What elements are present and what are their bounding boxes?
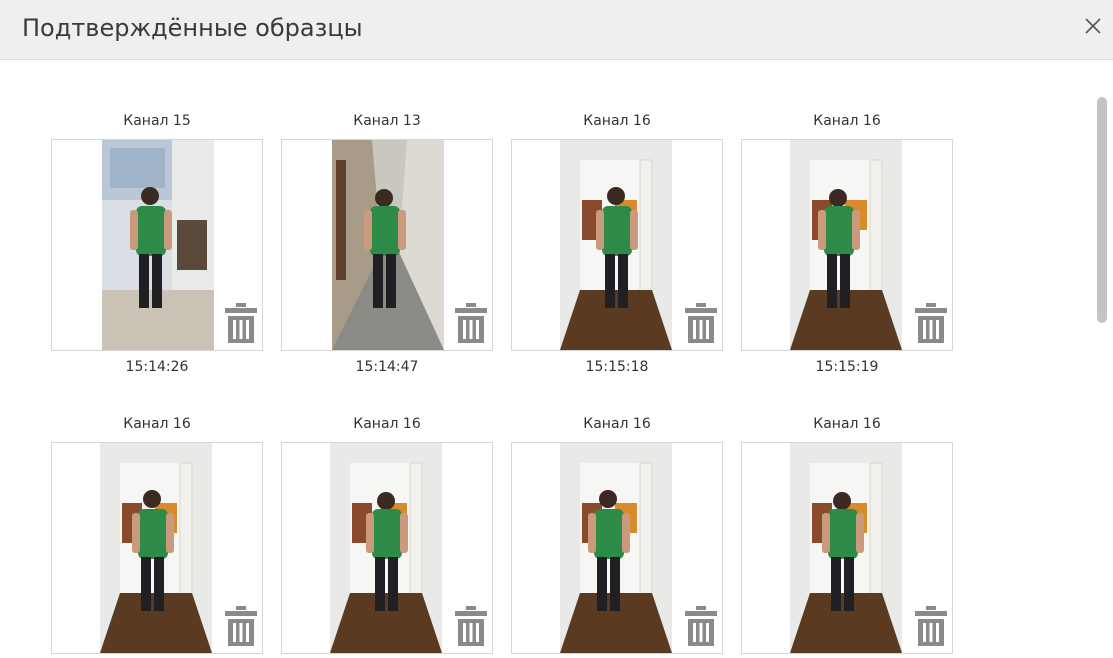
sample-card[interactable]: Канал 13 15:14:47: [281, 113, 493, 383]
trash-icon: [225, 606, 257, 646]
trash-icon: [225, 303, 257, 343]
sample-photo: [560, 140, 672, 350]
delete-sample-button[interactable]: [914, 605, 948, 647]
delete-sample-button[interactable]: [224, 605, 258, 647]
sample-timestamp: 15:15:19: [815, 359, 879, 375]
delete-sample-button[interactable]: [684, 302, 718, 344]
trash-icon: [915, 303, 947, 343]
delete-sample-button[interactable]: [684, 605, 718, 647]
trash-icon: [455, 606, 487, 646]
delete-sample-button[interactable]: [454, 302, 488, 344]
samples-area: Канал 15 15:14:26 Канал 13 15:14:47 Канал 16…: [0, 61, 1113, 658]
sample-card[interactable]: Канал 16: [511, 416, 723, 658]
trash-icon: [685, 606, 717, 646]
sample-card[interactable]: Канал 16 15:15:19: [741, 113, 953, 383]
sample-channel-label: Канал 16: [583, 416, 651, 432]
sample-thumbnail-frame[interactable]: [51, 442, 263, 654]
dialog-header: Подтверждённые образцы: [0, 0, 1113, 60]
dialog-title: Подтверждённые образцы: [22, 14, 363, 42]
sample-channel-label: Канал 16: [583, 113, 651, 129]
sample-channel-label: Канал 16: [123, 416, 191, 432]
close-button[interactable]: [1079, 12, 1107, 40]
sample-photo: [330, 443, 442, 653]
sample-thumbnail-frame[interactable]: [741, 139, 953, 351]
sample-channel-label: Канал 16: [813, 416, 881, 432]
sample-channel-label: Канал 13: [353, 113, 421, 129]
sample-timestamp: 15:14:47: [355, 359, 419, 375]
sample-channel-label: Канал 16: [353, 416, 421, 432]
sample-channel-label: Канал 16: [813, 113, 881, 129]
delete-sample-button[interactable]: [224, 302, 258, 344]
sample-thumbnail-frame[interactable]: [51, 139, 263, 351]
sample-thumbnail-frame[interactable]: [511, 442, 723, 654]
sample-card[interactable]: Канал 16 15:15:18: [511, 113, 723, 383]
sample-card[interactable]: Канал 16: [741, 416, 953, 658]
trash-icon: [915, 606, 947, 646]
sample-card[interactable]: Канал 16: [51, 416, 263, 658]
sample-thumbnail-frame[interactable]: [741, 442, 953, 654]
sample-timestamp: 15:14:26: [125, 359, 189, 375]
sample-card[interactable]: Канал 15 15:14:26: [51, 113, 263, 383]
sample-card[interactable]: Канал 16: [281, 416, 493, 658]
sample-photo: [332, 140, 444, 350]
close-icon: [1085, 18, 1101, 34]
sample-thumbnail-frame[interactable]: [511, 139, 723, 351]
scrollbar[interactable]: [1097, 97, 1107, 323]
sample-thumbnail-frame[interactable]: [281, 139, 493, 351]
trash-icon: [685, 303, 717, 343]
sample-photo: [790, 443, 902, 653]
sample-channel-label: Канал 15: [123, 113, 191, 129]
sample-timestamp: 15:15:18: [585, 359, 649, 375]
sample-photo: [790, 140, 902, 350]
sample-photo: [102, 140, 214, 350]
sample-photo: [100, 443, 212, 653]
sample-photo: [560, 443, 672, 653]
trash-icon: [455, 303, 487, 343]
sample-thumbnail-frame[interactable]: [281, 442, 493, 654]
delete-sample-button[interactable]: [914, 302, 948, 344]
delete-sample-button[interactable]: [454, 605, 488, 647]
